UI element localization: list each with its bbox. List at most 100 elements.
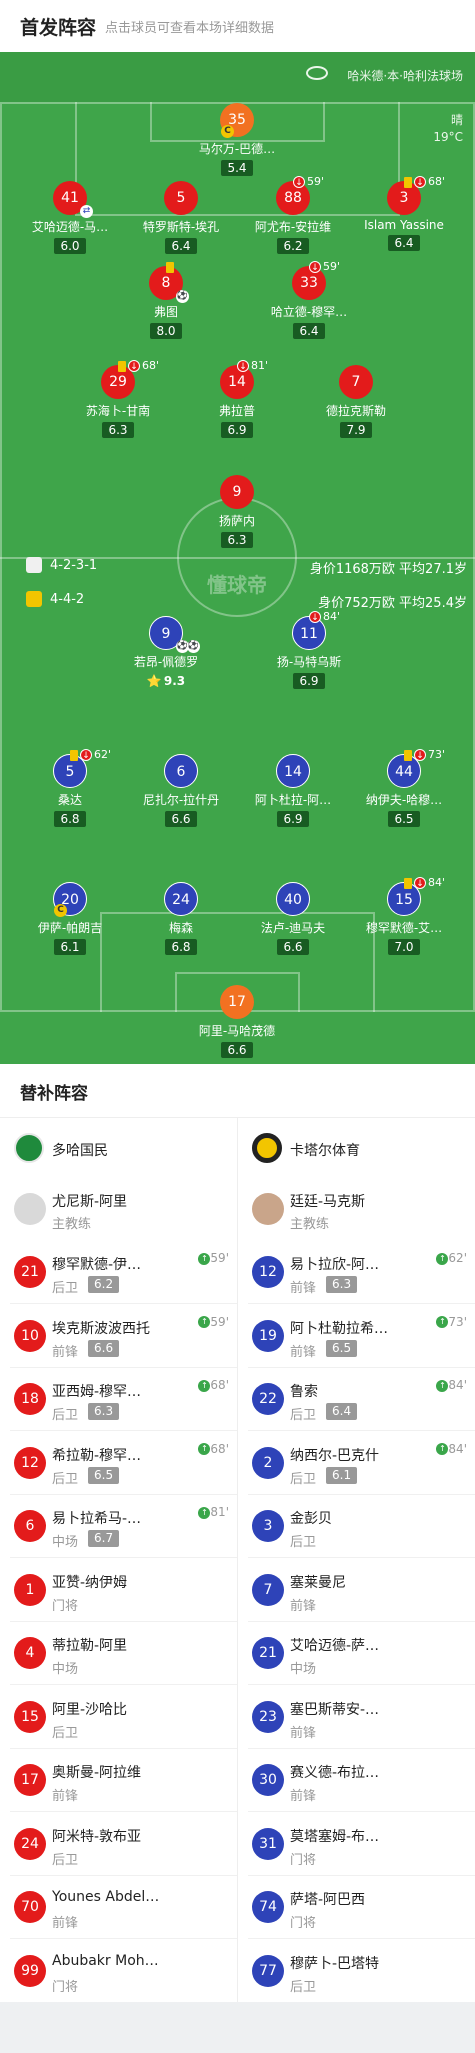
away-player[interactable]: 5 ↓ 62' 桑达 6.8 — [10, 748, 130, 827]
substitute-row[interactable]: 30 赛义德-布拉… 前锋 — [238, 1748, 475, 1812]
substitute-position: 前锋 — [290, 1344, 317, 1360]
player-name: 梅森 — [168, 921, 193, 935]
player-events: ↓ 81' — [237, 359, 268, 372]
substitute-position: 前锋 — [290, 1281, 317, 1296]
away-player[interactable]: 14 阿卜杜拉-阿… 6.9 — [233, 754, 353, 827]
substitute-row[interactable]: 21 艾哈迈德-萨… 中场 — [238, 1621, 475, 1685]
substitute-name: 萨塔-阿巴西 — [290, 1892, 366, 1908]
substitute-row[interactable]: 12 易卜拉欣-阿… 前锋 6.3 ↑ 62' — [238, 1240, 475, 1304]
substitute-name: 易卜拉欣-阿… — [290, 1257, 380, 1273]
home-player[interactable]: 8 ⚽ 弗图 8.0 — [106, 261, 226, 339]
home-player[interactable]: 88 ↓ 59' 阿尤布-安拉维 6.2 — [233, 175, 353, 254]
substitute-name: 艾哈迈德-萨… — [290, 1638, 380, 1654]
away-team-header[interactable]: 卡塔尔体育 — [238, 1118, 475, 1178]
player-name: 法卢-迪马夫 — [260, 921, 326, 935]
substitution-in-icon: ↑ — [436, 1316, 449, 1328]
away-player[interactable]: 15 ↓ 84' 穆罕默德-艾… 7.0 — [344, 876, 464, 955]
player-events: ↓ 84' — [309, 610, 340, 623]
substitution-out-icon: ↓ — [414, 749, 426, 761]
weather: 晴 19°C — [433, 112, 463, 146]
home-coach[interactable]: 尤尼斯-阿里 主教练 — [0, 1180, 237, 1240]
away-player[interactable]: 40 法卢-迪马夫 6.6 — [233, 882, 353, 955]
substitute-row[interactable]: 12 希拉勒-穆罕… 后卫 6.5 ↑ 68' — [0, 1431, 237, 1495]
player-name: 若昂-佩德罗 — [133, 655, 199, 669]
jersey-number: 4 — [14, 1637, 46, 1669]
home-player[interactable]: 35 C 马尔万-巴德… 5.4 — [177, 103, 297, 176]
pitch: 哈米德·本·哈利法球场 晴 19°C 懂球帝 4-2-3-1 身价1168万欧 … — [0, 52, 475, 1064]
bottom-spacer — [0, 2002, 475, 2053]
home-player[interactable]: 41 ⇄ 艾哈迈德-马… 6.0 — [10, 181, 130, 254]
home-player[interactable]: 29 ↓ 68' 苏海卜-甘南 6.3 — [58, 359, 178, 438]
home-player[interactable]: 14 ↓ 81' 弗拉普 6.9 — [177, 359, 297, 438]
substitute-position: 前锋 — [52, 1344, 79, 1360]
substitute-row[interactable]: 4 蒂拉勒-阿里 中场 — [0, 1621, 237, 1685]
substitution-in-icon: ↑ — [436, 1443, 449, 1455]
away-player[interactable]: 11 ↓ 84' 扬-马特乌斯 6.9 — [249, 610, 369, 689]
substitute-row[interactable]: 18 亚西姆-穆罕… 后卫 6.3 ↑ 68' — [0, 1367, 237, 1431]
substitute-name: 埃克斯波波西托 — [52, 1320, 150, 1337]
substitute-name: 穆萨卜-巴塔特 — [290, 1955, 380, 1972]
substitution-in: ↑ 81' — [198, 1505, 229, 1519]
home-player[interactable]: 9 扬萨内 6.3 — [177, 475, 297, 548]
away-player[interactable]: 9 ⚽ ⚽ 若昂-佩德罗 ⭐ 9.3 — [106, 616, 226, 689]
substitute-name: 鲁索 — [290, 1384, 318, 1400]
home-player[interactable]: 3 ↓ 68' Islam Yassine 6.4 — [344, 175, 464, 251]
substitute-row[interactable]: 24 阿米特-敦布亚 后卫 — [0, 1812, 237, 1876]
away-coach[interactable]: 廷廷-马克斯 主教练 — [238, 1180, 475, 1240]
substitution-in: ↑ 84' — [436, 1378, 467, 1392]
player-rating: 6.8 — [54, 811, 86, 827]
away-player[interactable]: 6 尼扎尔-拉什丹 6.6 — [121, 754, 241, 827]
substitute-row[interactable]: 74 萨塔-阿巴西 门将 — [238, 1875, 475, 1939]
jersey-number: 10 — [14, 1319, 46, 1352]
substitute-row[interactable]: 19 阿卜杜勒拉希… 前锋 6.5 ↑ 73' — [238, 1304, 475, 1368]
substitute-name: 纳西尔-巴克什 — [290, 1447, 380, 1464]
substitute-position: 前锋 — [52, 1789, 79, 1804]
substitute-name: 亚赞-纳伊姆 — [52, 1574, 128, 1591]
captain-icon: C — [221, 125, 234, 138]
substitute-row[interactable]: 7 塞莱曼尼 前锋 — [238, 1558, 475, 1622]
player-name: 苏海卜-甘南 — [85, 404, 151, 418]
substitute-row[interactable]: 77 穆萨卜-巴塔特 后卫 — [238, 1939, 475, 2003]
substitute-position: 中场 — [52, 1662, 79, 1677]
substitution-out-icon: ↓ — [237, 360, 249, 372]
venue-name: 哈米德·本·哈利法球场 — [347, 69, 463, 83]
home-player[interactable]: 5 特罗斯特-埃孔 6.4 — [121, 181, 241, 254]
home-team-header[interactable]: 多哈国民 — [0, 1118, 237, 1178]
substitute-row[interactable]: 17 奥斯曼-阿拉维 前锋 — [0, 1748, 237, 1812]
substitute-row[interactable]: 15 阿里-沙哈比 后卫 — [0, 1685, 237, 1749]
player-name: 特罗斯特-埃孔 — [142, 220, 220, 234]
yellow-card-icon — [166, 261, 174, 273]
substitute-position: 门将 — [290, 1916, 317, 1931]
home-player[interactable]: 33 ↓ 59' 哈立德-穆罕… 6.4 — [249, 260, 369, 339]
substitute-name: Abubakr Moh… — [52, 1952, 159, 1969]
substitute-row[interactable]: 10 埃克斯波波西托 前锋 6.6 ↑ 59' — [0, 1304, 237, 1368]
player-events: ↓ 73' — [404, 748, 445, 761]
substitute-row[interactable]: 21 穆罕默德-伊… 后卫 6.2 ↑ 59' — [0, 1240, 237, 1304]
substitute-row[interactable]: 3 金彭贝 后卫 — [238, 1494, 475, 1558]
substitute-row[interactable]: 23 塞巴斯蒂安-… 前锋 — [238, 1685, 475, 1749]
away-player[interactable]: 44 ↓ 73' 纳伊夫-哈穆… 6.5 — [344, 748, 464, 827]
substitute-name: 阿里-沙哈比 — [52, 1701, 128, 1718]
substitute-row[interactable]: 6 易卜拉希马-… 中场 6.7 ↑ 81' — [0, 1494, 237, 1558]
home-team-name: 多哈国民 — [52, 1143, 108, 1159]
substitution-minute: 84' — [448, 1378, 467, 1392]
substitution-minute: 68' — [142, 359, 160, 372]
away-player[interactable]: 24 梅森 6.8 — [121, 882, 241, 955]
captain-icon: C — [54, 904, 67, 917]
substitute-rating: 6.5 — [326, 1339, 358, 1357]
substitute-row[interactable]: 70 Younes Abdel… 前锋 — [0, 1875, 237, 1939]
substitute-row[interactable]: 31 莫塔塞姆-布… 门将 — [238, 1812, 475, 1876]
substitution-in-icon: ↑ — [198, 1316, 211, 1328]
jersey-number: 1 — [14, 1573, 46, 1606]
away-player[interactable]: 20 C 伊萨-帕朗吉 6.1 — [10, 882, 130, 955]
substitute-row[interactable]: 2 纳西尔-巴克什 后卫 6.1 ↑ 84' — [238, 1431, 475, 1495]
substitute-position: 前锋 — [290, 1598, 317, 1614]
jersey-number: 31 — [252, 1827, 284, 1860]
substitute-row[interactable]: 99 Abubakr Moh… 门将 — [0, 1939, 237, 2003]
away-formation: 4-4-2 — [50, 592, 85, 607]
home-player[interactable]: 7 德拉克斯勒 7.9 — [296, 365, 416, 438]
substitute-row[interactable]: 22 鲁索 后卫 6.4 ↑ 84' — [238, 1367, 475, 1431]
substitute-position: 前锋 — [290, 1789, 317, 1804]
substitute-row[interactable]: 1 亚赞-纳伊姆 门将 — [0, 1558, 237, 1622]
away-player[interactable]: 17 阿里-马哈茂德 6.6 — [177, 985, 297, 1058]
